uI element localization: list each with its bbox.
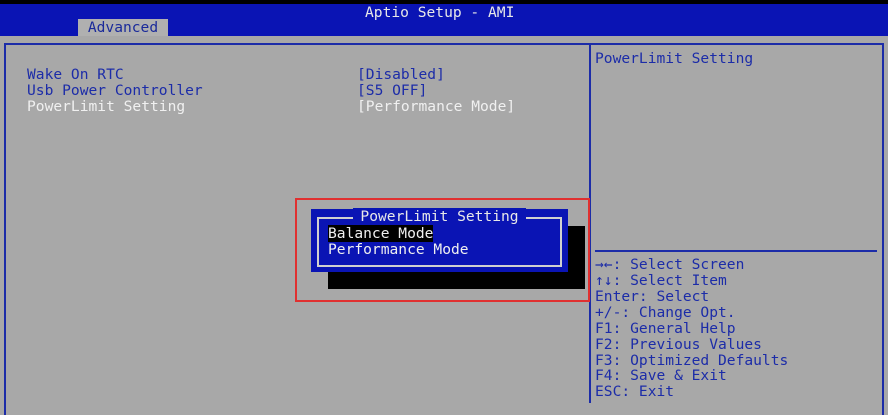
key-hint: Enter: Select bbox=[595, 288, 710, 305]
tab-advanced[interactable]: Advanced bbox=[78, 19, 168, 36]
setting-value-powerlimit[interactable]: [Performance Mode] bbox=[357, 99, 515, 115]
setting-value-wake-on-rtc[interactable]: [Disabled] bbox=[357, 67, 445, 83]
key-hint: F1: General Help bbox=[595, 320, 736, 337]
popup-title-text: PowerLimit Setting bbox=[353, 208, 526, 225]
popup-option-performance-mode[interactable]: Performance Mode bbox=[328, 242, 469, 258]
setting-value-usb-power-controller[interactable]: [S5 OFF] bbox=[357, 83, 427, 99]
app-title: Aptio Setup - AMI bbox=[365, 4, 515, 21]
help-divider bbox=[595, 250, 877, 252]
setting-label-powerlimit[interactable]: PowerLimit Setting bbox=[27, 99, 185, 115]
popup-title: PowerLimit Setting bbox=[311, 208, 568, 225]
help-text: PowerLimit Setting bbox=[595, 50, 754, 67]
powerlimit-popup: PowerLimit Setting Balance Mode Performa… bbox=[311, 208, 568, 272]
setting-label-wake-on-rtc[interactable]: Wake On RTC bbox=[27, 67, 124, 83]
popup-option-balance-mode[interactable]: Balance Mode bbox=[328, 225, 434, 242]
key-hint: ↑↓: Select Item bbox=[595, 272, 727, 289]
key-hint: +/-: Change Opt. bbox=[595, 304, 736, 321]
key-hint: F4: Save & Exit bbox=[595, 367, 727, 384]
key-hint: ESC: Exit bbox=[595, 383, 675, 400]
setting-label-usb-power-controller[interactable]: Usb Power Controller bbox=[27, 83, 203, 99]
key-hint: F2: Previous Values bbox=[595, 336, 762, 353]
key-hint: →←: Select Screen bbox=[595, 256, 745, 273]
